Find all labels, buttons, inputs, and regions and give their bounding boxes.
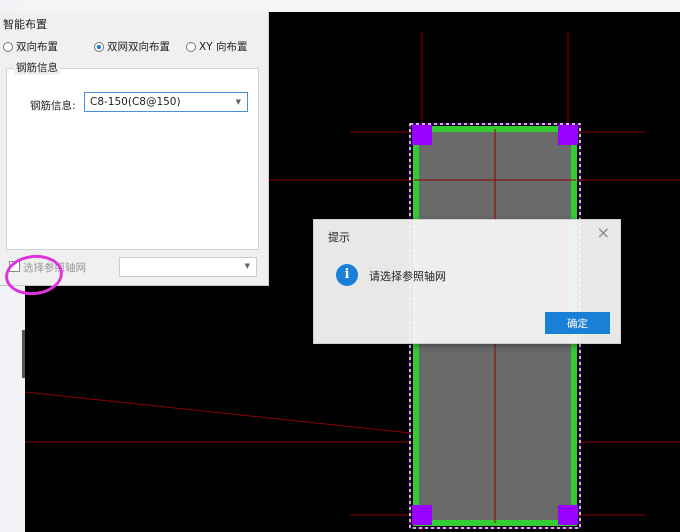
radio-label: 双向布置 xyxy=(16,41,58,53)
layout-mode-radios: 双向布置 双网双向布置 XY 向布置 xyxy=(0,39,268,55)
radio-xy[interactable]: XY 向布置 xyxy=(186,39,247,54)
radio-circle-selected[interactable] xyxy=(94,41,104,52)
radio-circle[interactable] xyxy=(3,41,13,52)
chevron-down-icon: ▼ xyxy=(235,98,241,106)
corner-handle xyxy=(558,125,578,145)
close-icon[interactable]: × xyxy=(597,225,610,241)
panel-title: 智能布置 xyxy=(3,18,47,31)
ok-button[interactable]: 确定 xyxy=(545,312,610,334)
top-strip xyxy=(22,0,680,12)
rebar-info-select[interactable]: C8-150(C8@150) ▼ xyxy=(84,92,248,112)
radio-bidirectional[interactable]: 双向布置 xyxy=(3,39,58,54)
chevron-down-icon: ▼ xyxy=(244,262,250,270)
dialog-title: 提示 xyxy=(328,231,350,244)
dialog-message: 请选择参照轴网 xyxy=(369,270,446,283)
ref-axis-select[interactable]: ▼ xyxy=(119,257,257,277)
corner-handle xyxy=(558,505,578,525)
prompt-dialog: 提示 × i 请选择参照轴网 确定 xyxy=(313,219,621,344)
radio-label: XY 向布置 xyxy=(199,41,248,53)
corner-handle xyxy=(412,125,432,145)
corner-handle xyxy=(412,505,432,525)
smart-layout-panel: 智能布置 双向布置 双网双向布置 XY 向布置 钢筋信息 钢筋信息: C8-15… xyxy=(0,12,269,298)
group-legend: 钢筋信息 xyxy=(14,60,60,75)
radio-circle[interactable] xyxy=(186,41,196,52)
rebar-info-value: C8-150(C8@150) xyxy=(90,96,181,108)
radio-label: 双网双向布置 xyxy=(107,41,170,53)
info-icon: i xyxy=(336,264,358,286)
rebar-info-label: 钢筋信息: xyxy=(30,100,76,112)
radio-double-mesh[interactable]: 双网双向布置 xyxy=(94,39,170,54)
